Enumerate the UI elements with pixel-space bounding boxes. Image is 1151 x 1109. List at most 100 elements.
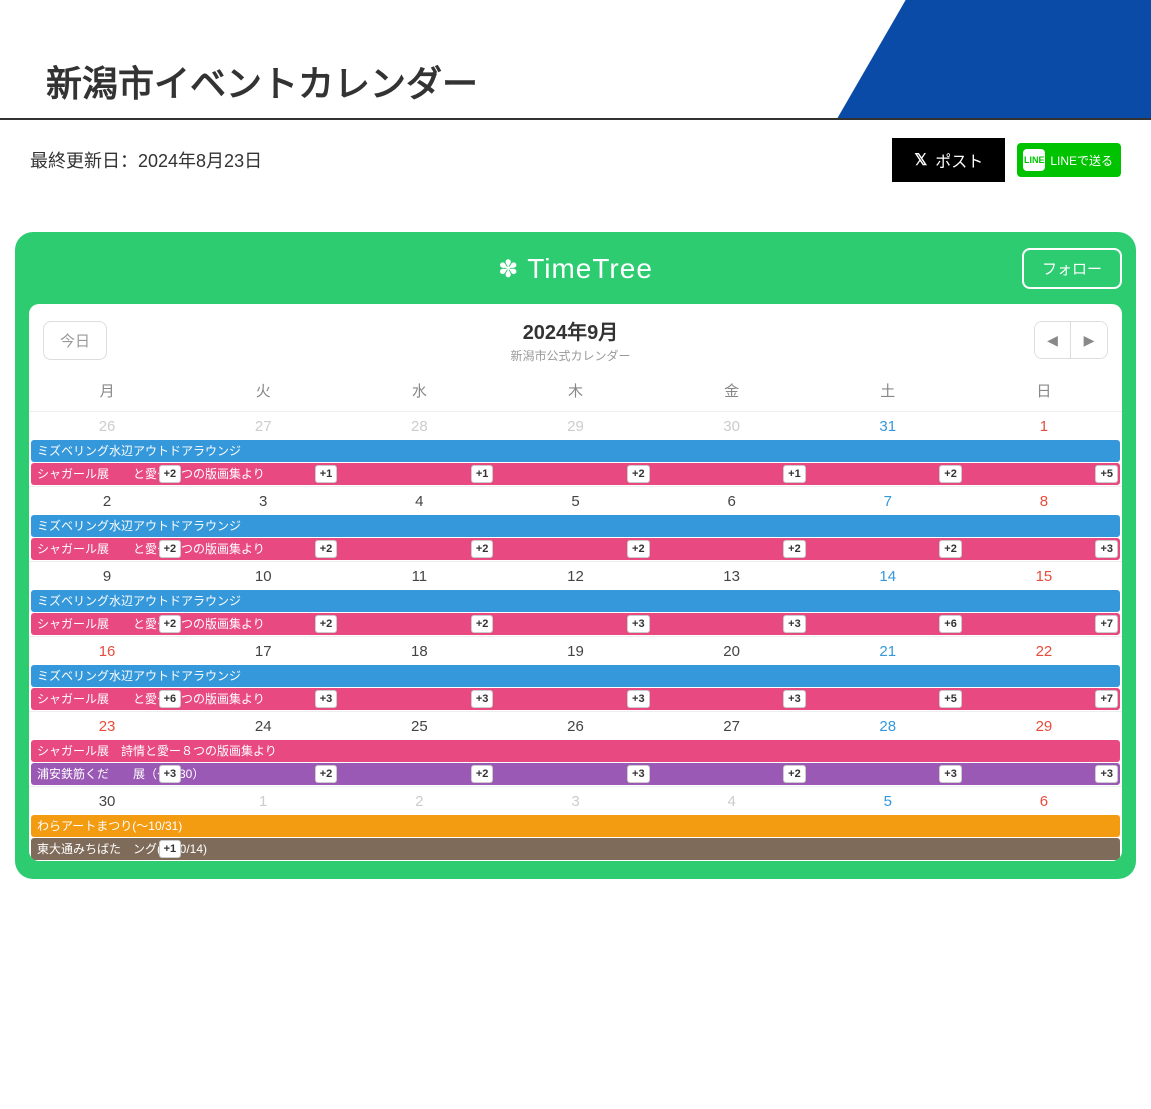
more-badge[interactable]: +2 [159,465,182,483]
line-share-button[interactable]: LINE LINEで送る [1017,143,1121,177]
day-cell[interactable]: 8 [966,491,1122,512]
event-bar[interactable]: ミズベリング水辺アウトドアラウンジ [31,515,1120,537]
event-bar[interactable]: ミズベリング水辺アウトドアラウンジ [31,590,1120,612]
more-badge[interactable]: +3 [783,615,806,633]
day-cell[interactable]: 1 [966,416,1122,437]
day-cell[interactable]: 22 [966,641,1122,662]
day-cell[interactable]: 27 [185,416,341,437]
day-cell[interactable]: 2 [341,791,497,812]
event-bar[interactable]: シャガール展 詩情と愛ー８つの版画集より [31,740,1120,762]
day-cell[interactable]: 20 [654,641,810,662]
day-row: 2345678 [29,487,1122,514]
more-badge[interactable]: +2 [159,540,182,558]
today-button[interactable]: 今日 [43,321,107,360]
day-cell[interactable]: 7 [810,491,966,512]
day-cell[interactable]: 31 [810,416,966,437]
day-cell[interactable]: 27 [654,716,810,737]
badge-cell: +3 [497,613,653,635]
day-cell[interactable]: 25 [341,716,497,737]
more-badge[interactable]: +1 [159,840,182,858]
more-badge[interactable]: +3 [627,615,650,633]
more-badge[interactable]: +2 [315,615,338,633]
day-cell[interactable]: 17 [185,641,341,662]
day-cell[interactable]: 21 [810,641,966,662]
more-badge[interactable]: +2 [783,765,806,783]
more-badge[interactable]: +2 [627,540,650,558]
day-cell[interactable]: 14 [810,566,966,587]
more-badge[interactable]: +3 [315,690,338,708]
more-badge[interactable]: +2 [471,615,494,633]
day-cell[interactable]: 29 [966,716,1122,737]
badge-cell: +3 [497,763,653,785]
day-cell[interactable]: 18 [341,641,497,662]
prev-month-button[interactable]: ◀ [1035,322,1071,358]
more-badge[interactable]: +2 [627,465,650,483]
event-bar[interactable]: わらアートまつり(～10/31) [31,815,1120,837]
day-cell[interactable]: 12 [497,566,653,587]
more-badge[interactable]: +5 [1095,465,1118,483]
day-cell[interactable]: 11 [341,566,497,587]
day-cell[interactable]: 29 [497,416,653,437]
day-cell[interactable]: 1 [185,791,341,812]
day-cell[interactable]: 3 [497,791,653,812]
day-cell[interactable]: 10 [185,566,341,587]
day-cell[interactable]: 23 [29,716,185,737]
more-badge[interactable]: +3 [627,765,650,783]
event-bar-row: ミズベリング水辺アウトドアラウンジ [29,515,1122,537]
more-badge[interactable]: +2 [315,540,338,558]
day-cell[interactable]: 16 [29,641,185,662]
header-accent [836,0,1151,120]
next-month-button[interactable]: ▶ [1071,322,1107,358]
day-cell[interactable]: 15 [966,566,1122,587]
more-badge[interactable]: +2 [939,540,962,558]
more-badge[interactable]: +6 [159,690,182,708]
day-cell[interactable]: 5 [497,491,653,512]
more-badge[interactable]: +1 [471,465,494,483]
more-badge[interactable]: +2 [315,765,338,783]
more-badge[interactable]: +7 [1095,615,1118,633]
day-cell[interactable]: 26 [497,716,653,737]
day-cell[interactable]: 3 [185,491,341,512]
day-cell[interactable]: 28 [341,416,497,437]
more-badge[interactable]: +3 [1095,765,1118,783]
day-cell[interactable]: 30 [654,416,810,437]
day-cell[interactable]: 28 [810,716,966,737]
x-post-button[interactable]: 𝕏 ポスト [892,138,1005,182]
more-badge[interactable]: +3 [783,690,806,708]
day-cell[interactable]: 4 [341,491,497,512]
event-bar-row: 東大通みちばた ング(～10/14)+1 [29,838,1122,860]
day-cell[interactable]: 5 [810,791,966,812]
more-badge[interactable]: +2 [159,615,182,633]
more-badge[interactable]: +3 [627,690,650,708]
day-cell[interactable]: 30 [29,791,185,812]
day-cell[interactable]: 6 [966,791,1122,812]
day-cell[interactable]: 19 [497,641,653,662]
day-cell[interactable]: 26 [29,416,185,437]
more-badge[interactable]: +6 [939,615,962,633]
more-badge[interactable]: +2 [471,765,494,783]
badge-cell: +7 [966,613,1122,635]
day-cell[interactable]: 13 [654,566,810,587]
more-badge[interactable]: +1 [783,465,806,483]
timetree-widget: ✽ TimeTree フォロー 今日 2024年9月 新潟市公式カレンダー ◀ … [15,232,1136,879]
day-cell[interactable]: 2 [29,491,185,512]
more-badge[interactable]: +2 [783,540,806,558]
more-badge[interactable]: +3 [939,765,962,783]
badge-cell: +3 [654,688,810,710]
follow-button[interactable]: フォロー [1022,248,1122,289]
day-cell[interactable]: 4 [654,791,810,812]
more-badge[interactable]: +3 [1095,540,1118,558]
day-cell[interactable]: 24 [185,716,341,737]
more-badge[interactable]: +5 [939,690,962,708]
event-bar[interactable]: ミズベリング水辺アウトドアラウンジ [31,440,1120,462]
more-badge[interactable]: +1 [315,465,338,483]
weekday-label: 月 [29,380,185,401]
more-badge[interactable]: +2 [471,540,494,558]
event-bar[interactable]: ミズベリング水辺アウトドアラウンジ [31,665,1120,687]
day-cell[interactable]: 6 [654,491,810,512]
more-badge[interactable]: +3 [159,765,182,783]
day-cell[interactable]: 9 [29,566,185,587]
more-badge[interactable]: +2 [939,465,962,483]
more-badge[interactable]: +3 [471,690,494,708]
more-badge[interactable]: +7 [1095,690,1118,708]
